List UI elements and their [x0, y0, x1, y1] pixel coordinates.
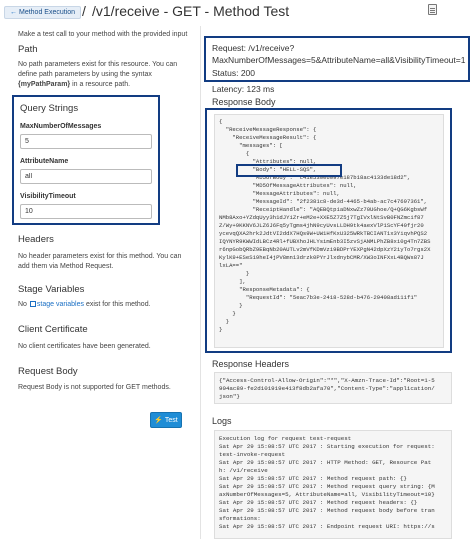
headers-text-1: No header parameters exist for this meth… [18, 253, 182, 260]
logs-text: Execution log for request test-request S… [219, 435, 435, 530]
response-body-pane[interactable]: { "ReceiveMessageResponse": { "ReceiveMe… [214, 114, 444, 348]
stage-variables-heading: Stage Variables [18, 284, 85, 295]
latency-text: Latency: 123 ms [212, 84, 275, 94]
top-bar: ← Method Execution / /v1/receive - GET - … [0, 0, 474, 24]
response-body-json: { "ReceiveMessageResponse": { "ReceiveMe… [219, 118, 431, 333]
client-certificate-heading: Client Certificate [18, 324, 88, 335]
client-certificate-text: No client certificates have been generat… [18, 343, 151, 350]
request-summary-panel: Request: /v1/receive? MaxNumberOfMessage… [204, 36, 470, 82]
test-button[interactable]: ⚡ Test [150, 412, 182, 428]
query-strings-panel: Query Strings MaxNumberOfMessages Attrib… [12, 95, 160, 225]
back-button-label: Method Execution [19, 9, 76, 16]
response-headers-heading: Response Headers [212, 359, 290, 369]
stage-variables-text: No stage variables exist for this method… [18, 300, 188, 310]
column-divider [200, 26, 201, 539]
documentation-icon[interactable] [428, 4, 437, 15]
external-link-icon [29, 301, 36, 307]
stage-variables-link[interactable]: stage variables [37, 301, 84, 308]
headers-text-2: add them via Method Request. [18, 263, 114, 270]
stage-rest-text: exist for this method. [84, 301, 151, 308]
stage-no-text: No [18, 301, 29, 308]
visibility-timeout-input[interactable] [20, 204, 152, 219]
request-url-line-1: Request: /v1/receive? [212, 43, 295, 53]
back-to-method-execution-button[interactable]: ← Method Execution [4, 6, 82, 19]
path-text-3: {myPathParam} in a resource path. [18, 80, 188, 90]
arrow-left-icon: ← [10, 9, 17, 16]
status-text: Status: 200 [212, 68, 256, 78]
message-body-highlight [236, 164, 342, 177]
attribute-name-label: AttributeName [20, 158, 69, 165]
intro-text: Make a test call to your method with the… [18, 31, 188, 38]
request-body-text: Request Body is not supported for GET me… [18, 384, 171, 391]
path-param-syntax: {myPathParam} [18, 81, 71, 88]
logs-pane[interactable]: Execution log for request test-request S… [214, 430, 452, 539]
path-heading: Path [18, 44, 38, 55]
request-url-line-2: MaxNumberOfMessages=5&AttributeName=all&… [212, 55, 466, 65]
path-text-1: No path parameters exist for this resour… [18, 61, 178, 68]
path-text-2: define path parameters by using the synt… [18, 71, 152, 78]
logs-heading: Logs [212, 416, 232, 426]
attribute-name-input[interactable] [20, 169, 152, 184]
max-number-of-messages-label: MaxNumberOfMessages [20, 123, 102, 130]
path-text-3-rest: in a resource path. [70, 81, 131, 88]
request-body-heading: Request Body [18, 366, 78, 377]
page-title: /v1/receive - GET - Method Test [92, 3, 290, 19]
response-headers-pane[interactable]: {"Access-Control-Allow-Origin":"*","X-Am… [214, 372, 452, 404]
title-separator: / [82, 3, 86, 19]
response-body-heading: Response Body [212, 97, 276, 107]
max-number-of-messages-input[interactable] [20, 134, 152, 149]
headers-heading: Headers [18, 234, 54, 245]
visibility-timeout-label: VisibilityTimeout [20, 193, 76, 200]
query-strings-title: Query Strings [20, 103, 79, 114]
response-headers-json: {"Access-Control-Allow-Origin":"*","X-Am… [219, 377, 435, 400]
